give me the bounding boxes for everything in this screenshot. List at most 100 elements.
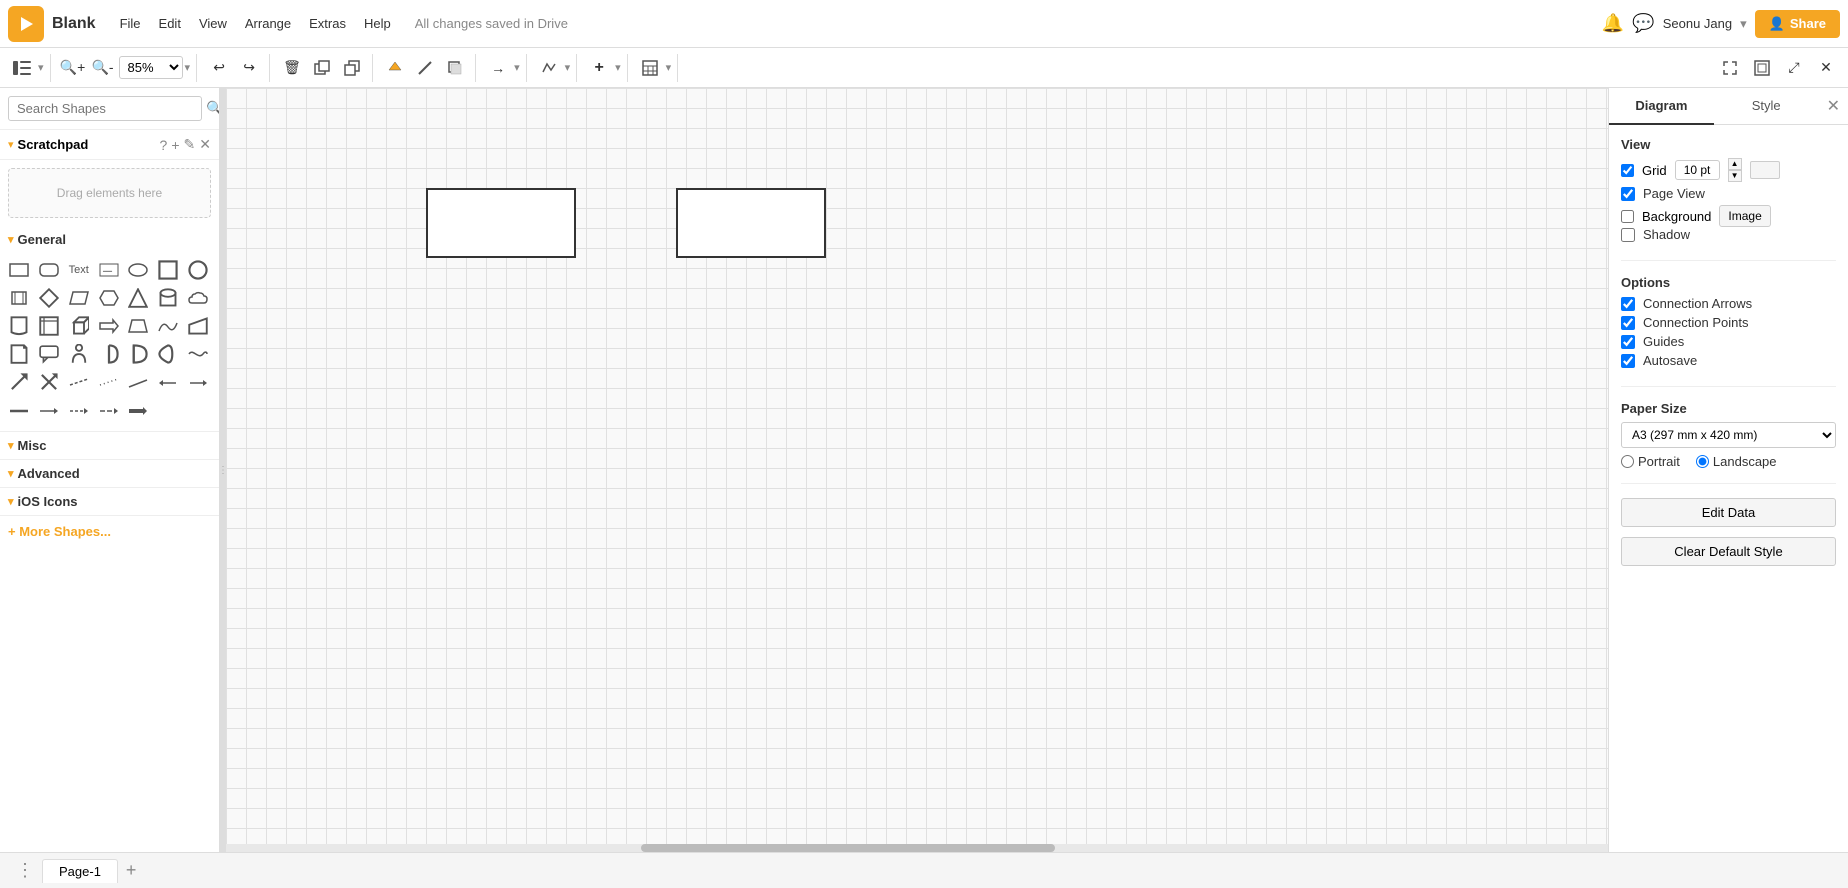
user-dropdown-icon[interactable]: ▾	[1740, 16, 1747, 32]
shape-wave[interactable]	[155, 313, 181, 339]
toggle-panel-button[interactable]	[8, 54, 36, 82]
shape-cube[interactable]	[66, 313, 92, 339]
tab-diagram[interactable]: Diagram	[1609, 88, 1714, 125]
shape-callout[interactable]	[36, 341, 62, 367]
redo-button[interactable]: ↪	[235, 54, 263, 82]
shape-d-shape[interactable]	[125, 341, 151, 367]
collapse-button[interactable]: ✕	[1812, 54, 1840, 82]
shape-rectangle[interactable]	[6, 257, 32, 283]
fullscreen-button[interactable]	[1748, 54, 1776, 82]
shape-line-arrow-left[interactable]	[155, 369, 181, 395]
shape-cloud[interactable]	[185, 285, 211, 311]
misc-section-header[interactable]: Misc	[0, 432, 219, 459]
share-button[interactable]: 👤 Share	[1755, 10, 1840, 38]
shape-solid-line[interactable]	[6, 397, 32, 423]
menu-help[interactable]: Help	[356, 12, 399, 35]
shape-text[interactable]: Text	[66, 257, 92, 283]
shape-parallelogram[interactable]	[66, 285, 92, 311]
shadow-button[interactable]	[441, 54, 469, 82]
fill-color-button[interactable]	[381, 54, 409, 82]
zoom-in-button[interactable]: 🔍+	[59, 54, 87, 82]
shape-curvy-line[interactable]	[185, 341, 211, 367]
paper-size-select[interactable]: A3 (297 mm x 420 mm) A4 (210 mm x 297 mm…	[1621, 422, 1836, 448]
shape-diagonal-arrow[interactable]	[6, 369, 32, 395]
shape-person[interactable]	[66, 341, 92, 367]
table-arrow[interactable]: ▾	[666, 61, 672, 74]
shape-trapezoid[interactable]	[125, 313, 151, 339]
portrait-radio[interactable]	[1621, 455, 1634, 468]
guides-checkbox[interactable]	[1621, 335, 1635, 349]
advanced-section-header[interactable]: Advanced	[0, 460, 219, 487]
add-page-button[interactable]: +	[118, 860, 145, 881]
canvas-shape-2[interactable]	[676, 188, 826, 258]
page-1-tab[interactable]: Page-1	[42, 859, 118, 883]
table-button[interactable]	[636, 54, 664, 82]
landscape-option[interactable]: Landscape	[1696, 454, 1777, 469]
waypoint-button[interactable]	[535, 54, 563, 82]
canvas-container[interactable]	[226, 88, 1608, 852]
shape-hexagon[interactable]	[96, 285, 122, 311]
general-section-header[interactable]: General	[0, 226, 219, 253]
shape-triangle[interactable]	[125, 285, 151, 311]
insert-button[interactable]: +	[585, 54, 613, 82]
clear-default-style-button[interactable]: Clear Default Style	[1621, 537, 1836, 566]
grid-size-input[interactable]	[1675, 160, 1720, 180]
shape-square[interactable]	[155, 257, 181, 283]
tab-style[interactable]: Style	[1714, 88, 1819, 124]
shape-arrow-line[interactable]	[36, 397, 62, 423]
undo-button[interactable]: ↩	[205, 54, 233, 82]
scratchpad-add-icon[interactable]: +	[171, 137, 179, 153]
waypoint-arrow[interactable]: ▾	[565, 61, 571, 74]
canvas-scrollbar-thumb[interactable]	[641, 844, 1056, 852]
shape-process[interactable]	[6, 285, 32, 311]
delete-button[interactable]: 🗑	[278, 54, 306, 82]
shape-line-arrow-right[interactable]	[185, 369, 211, 395]
grid-checkbox[interactable]	[1621, 164, 1634, 177]
zoom-select[interactable]: 85%100%75%50%150%	[119, 56, 183, 79]
search-icon[interactable]: 🔍	[206, 100, 220, 117]
connector-arrow[interactable]: ▾	[514, 61, 520, 74]
shape-crescent[interactable]	[155, 341, 181, 367]
search-input[interactable]	[8, 96, 202, 121]
menu-view[interactable]: View	[191, 12, 235, 35]
more-shapes-button[interactable]: + More Shapes...	[0, 516, 219, 547]
scratchpad-collapse-icon[interactable]: ▾	[8, 138, 14, 151]
shape-circle[interactable]	[185, 257, 211, 283]
grid-color-swatch[interactable]	[1750, 161, 1780, 179]
connection-points-checkbox[interactable]	[1621, 316, 1635, 330]
scratchpad-close-icon[interactable]: ✕	[199, 136, 211, 153]
portrait-option[interactable]: Portrait	[1621, 454, 1680, 469]
fit-page-button[interactable]	[1716, 54, 1744, 82]
expand-button[interactable]: ⤢	[1780, 54, 1808, 82]
shape-rounded-rect[interactable]	[36, 257, 62, 283]
autosave-checkbox[interactable]	[1621, 354, 1635, 368]
connector-button[interactable]: →	[484, 54, 512, 82]
to-front-button[interactable]	[308, 54, 336, 82]
shape-ellipse[interactable]	[125, 257, 151, 283]
scratchpad-help-icon[interactable]: ?	[160, 137, 168, 153]
shape-half-circle[interactable]	[96, 341, 122, 367]
shape-arrow-right[interactable]	[96, 313, 122, 339]
edit-data-button[interactable]: Edit Data	[1621, 498, 1836, 527]
landscape-radio[interactable]	[1696, 455, 1709, 468]
scratchpad-edit-icon[interactable]: ✎	[184, 136, 196, 153]
shape-internal-storage[interactable]	[36, 313, 62, 339]
ios-section-header[interactable]: iOS Icons	[0, 488, 219, 515]
panel-toggle-arrow[interactable]: ▾	[38, 61, 44, 74]
grid-up-button[interactable]: ▲	[1728, 158, 1742, 170]
canvas-shape-1[interactable]	[426, 188, 576, 258]
shape-dashed-arrow[interactable]	[66, 397, 92, 423]
shape-long-dashed-arrow[interactable]	[96, 397, 122, 423]
menu-file[interactable]: File	[112, 12, 149, 35]
shape-thick-arrow[interactable]	[125, 397, 151, 423]
shape-line[interactable]	[125, 369, 151, 395]
menu-extras[interactable]: Extras	[301, 12, 354, 35]
close-right-panel-button[interactable]: ✕	[1819, 88, 1848, 124]
shape-diamond[interactable]	[36, 285, 62, 311]
zoom-arrow[interactable]: ▾	[185, 61, 191, 74]
page-view-checkbox[interactable]	[1621, 187, 1635, 201]
stroke-color-button[interactable]	[411, 54, 439, 82]
zoom-out-button[interactable]: 🔍-	[89, 54, 117, 82]
shadow-checkbox[interactable]	[1621, 228, 1635, 242]
shape-document[interactable]	[6, 313, 32, 339]
